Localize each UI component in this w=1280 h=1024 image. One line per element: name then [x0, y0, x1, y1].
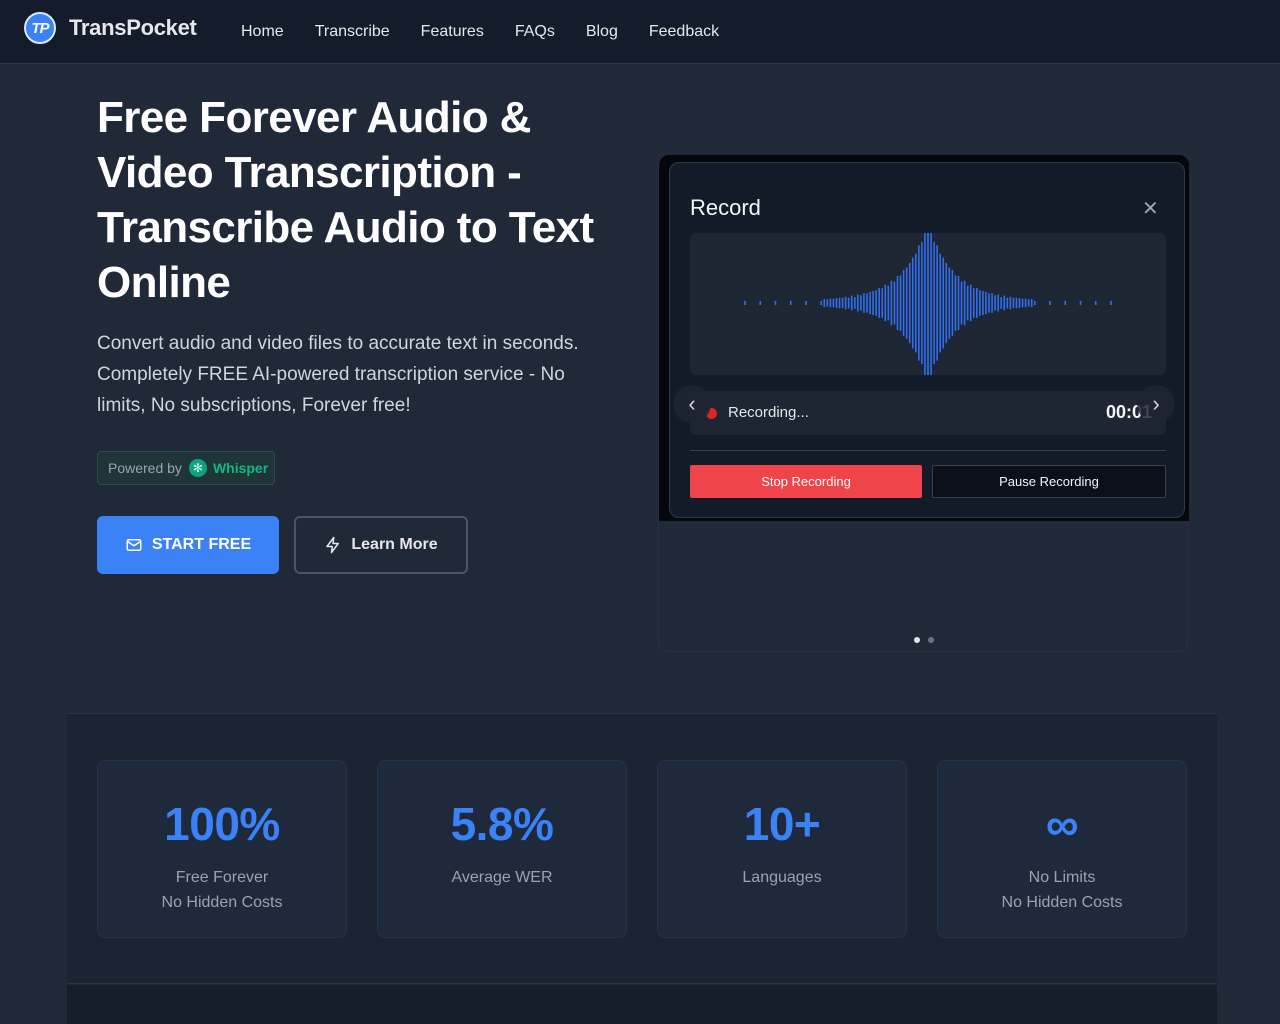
carousel-dot-1[interactable] — [914, 637, 920, 643]
powered-by-brand: Whisper — [212, 460, 269, 476]
recording-status-text: Recording... — [728, 404, 809, 421]
learn-more-button[interactable]: Learn More — [294, 516, 468, 574]
carousel-next-icon[interactable]: › — [1137, 385, 1175, 423]
lightning-icon — [324, 536, 342, 554]
record-dialog: Record ✕ Recording... 00:01 Stop Recordi… — [669, 162, 1185, 518]
stat-value: 10+ — [743, 798, 821, 850]
stat-value: ∞ — [1045, 798, 1079, 850]
start-free-button[interactable]: START FREE — [97, 516, 279, 574]
divider — [690, 450, 1166, 451]
close-icon[interactable]: ✕ — [1142, 196, 1159, 221]
powered-by-badge: Powered by ✻ Whisper — [97, 451, 275, 485]
nav-link-home[interactable]: Home — [241, 23, 284, 41]
start-free-label: START FREE — [151, 536, 252, 553]
nav-link-transcribe[interactable]: Transcribe — [315, 23, 390, 41]
openai-icon: ✻ — [188, 459, 207, 477]
stat-value: 100% — [164, 798, 280, 850]
stat-card-free: 100% Free Forever No Hidden Costs — [97, 760, 347, 938]
record-title: Record — [690, 195, 761, 220]
waveform — [690, 233, 1166, 375]
demo-carousel: Record ✕ Recording... 00:01 Stop Recordi… — [658, 155, 1189, 652]
hero-subtitle: Convert audio and video files to accurat… — [97, 333, 579, 416]
carousel-slide: Record ✕ Recording... 00:01 Stop Recordi… — [659, 155, 1189, 521]
carousel-dots — [914, 637, 942, 643]
logo-badge-icon: TP — [24, 12, 56, 44]
next-section — [67, 985, 1217, 1024]
nav-link-faqs[interactable]: FAQs — [515, 23, 555, 41]
nav-links: Home Transcribe Features FAQs Blog Feedb… — [241, 0, 750, 64]
stat-card-wer: 5.8% Average WER — [377, 760, 627, 938]
learn-more-label: Learn More — [351, 536, 438, 553]
stat-card-limits: ∞ No Limits No Hidden Costs — [937, 760, 1187, 938]
nav-link-feedback[interactable]: Feedback — [649, 23, 719, 41]
stat-label: Average WER — [451, 869, 553, 886]
carousel-dot-2[interactable] — [928, 637, 934, 643]
nav-link-blog[interactable]: Blog — [586, 23, 618, 41]
pause-recording-button[interactable]: Pause Recording — [932, 465, 1166, 498]
top-nav: TP TransPocket Home Transcribe Features … — [0, 0, 1280, 64]
hero-title: Free Forever Audio & Video Transcription… — [97, 93, 594, 307]
stat-card-languages: 10+ Languages — [657, 760, 907, 938]
carousel-prev-icon[interactable]: ‹ — [673, 385, 711, 423]
stat-label: Languages — [742, 869, 822, 886]
recording-status-bar: Recording... 00:01 — [690, 391, 1166, 435]
mail-icon — [125, 536, 143, 554]
stop-recording-button[interactable]: Stop Recording — [690, 465, 922, 498]
waveform-graphic — [744, 233, 1112, 375]
brand-name: TransPocket — [69, 15, 197, 40]
stat-label: No Limits — [1028, 869, 1096, 886]
logo[interactable]: TP TransPocket — [24, 12, 197, 44]
nav-link-features[interactable]: Features — [421, 23, 484, 41]
stat-value: 5.8% — [450, 798, 554, 850]
stat-label: Free Forever — [175, 869, 269, 886]
stat-sublabel: No Hidden Costs — [161, 894, 283, 911]
stat-sublabel: No Hidden Costs — [1001, 894, 1123, 911]
powered-by-prefix: Powered by — [108, 460, 182, 476]
